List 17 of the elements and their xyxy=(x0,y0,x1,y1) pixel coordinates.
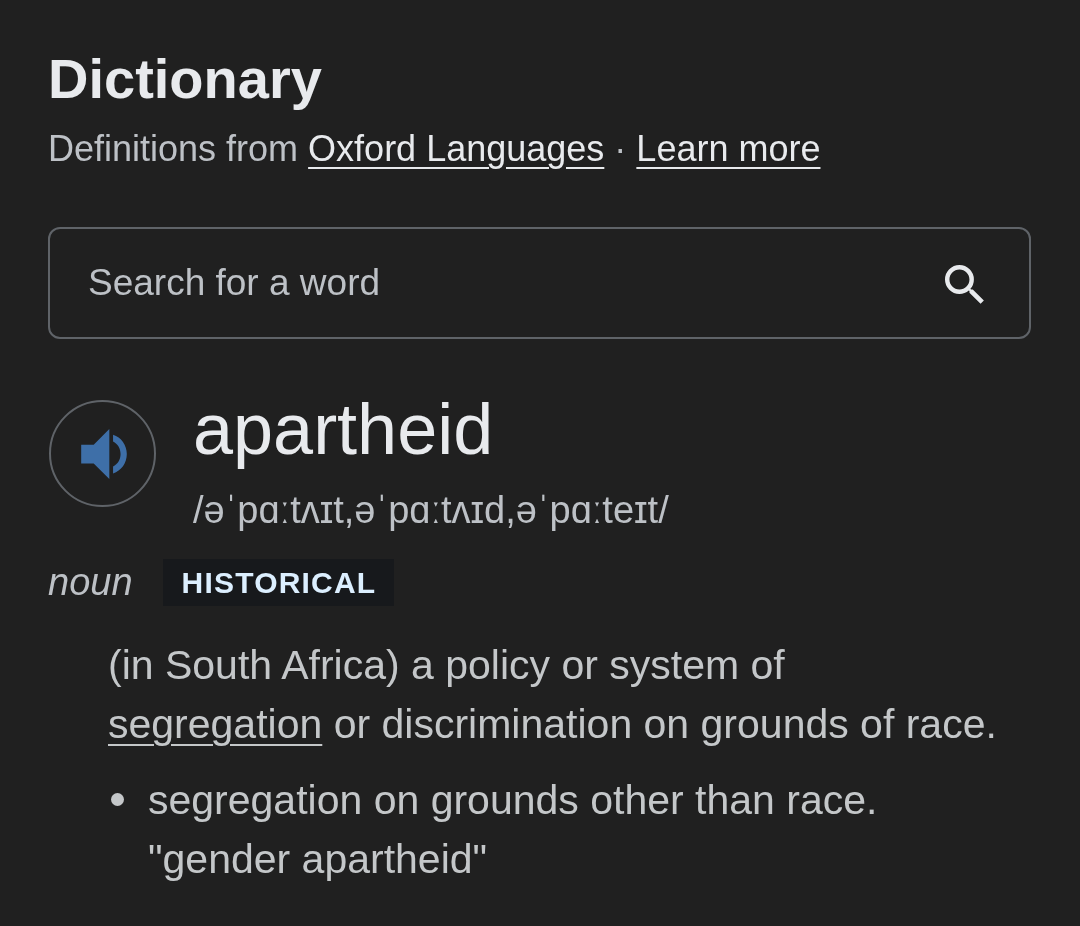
usage-label: HISTORICAL xyxy=(162,559,395,606)
pronunciation-button[interactable] xyxy=(49,400,156,507)
definition-text: (in South Africa) a policy or system of segregation or discrimination on grounds of race. xyxy=(108,641,998,749)
text-link[interactable]: Learn more xyxy=(636,128,821,169)
source-line: Definitions from Oxford Languages · Learn more xyxy=(48,127,821,171)
text-link[interactable]: Oxford Languages xyxy=(308,128,605,169)
page-title: Dictionary xyxy=(48,47,322,111)
speaker-icon xyxy=(78,428,129,479)
search-icon[interactable] xyxy=(945,265,985,305)
headword: apartheid xyxy=(193,389,494,469)
part-of-speech: noun xyxy=(48,560,133,605)
phonetic-text: /əˈpɑːtʌɪt,əˈpɑːtʌɪd,əˈpɑːteɪt/ xyxy=(193,488,669,533)
search-field[interactable]: Search for a word xyxy=(48,227,1031,339)
definition-text: segregation on grounds other than race. xyxy=(148,776,878,825)
example-text: "gender apartheid" xyxy=(148,835,488,884)
bullet-icon xyxy=(111,793,124,806)
word-link[interactable]: segregation xyxy=(108,701,323,747)
